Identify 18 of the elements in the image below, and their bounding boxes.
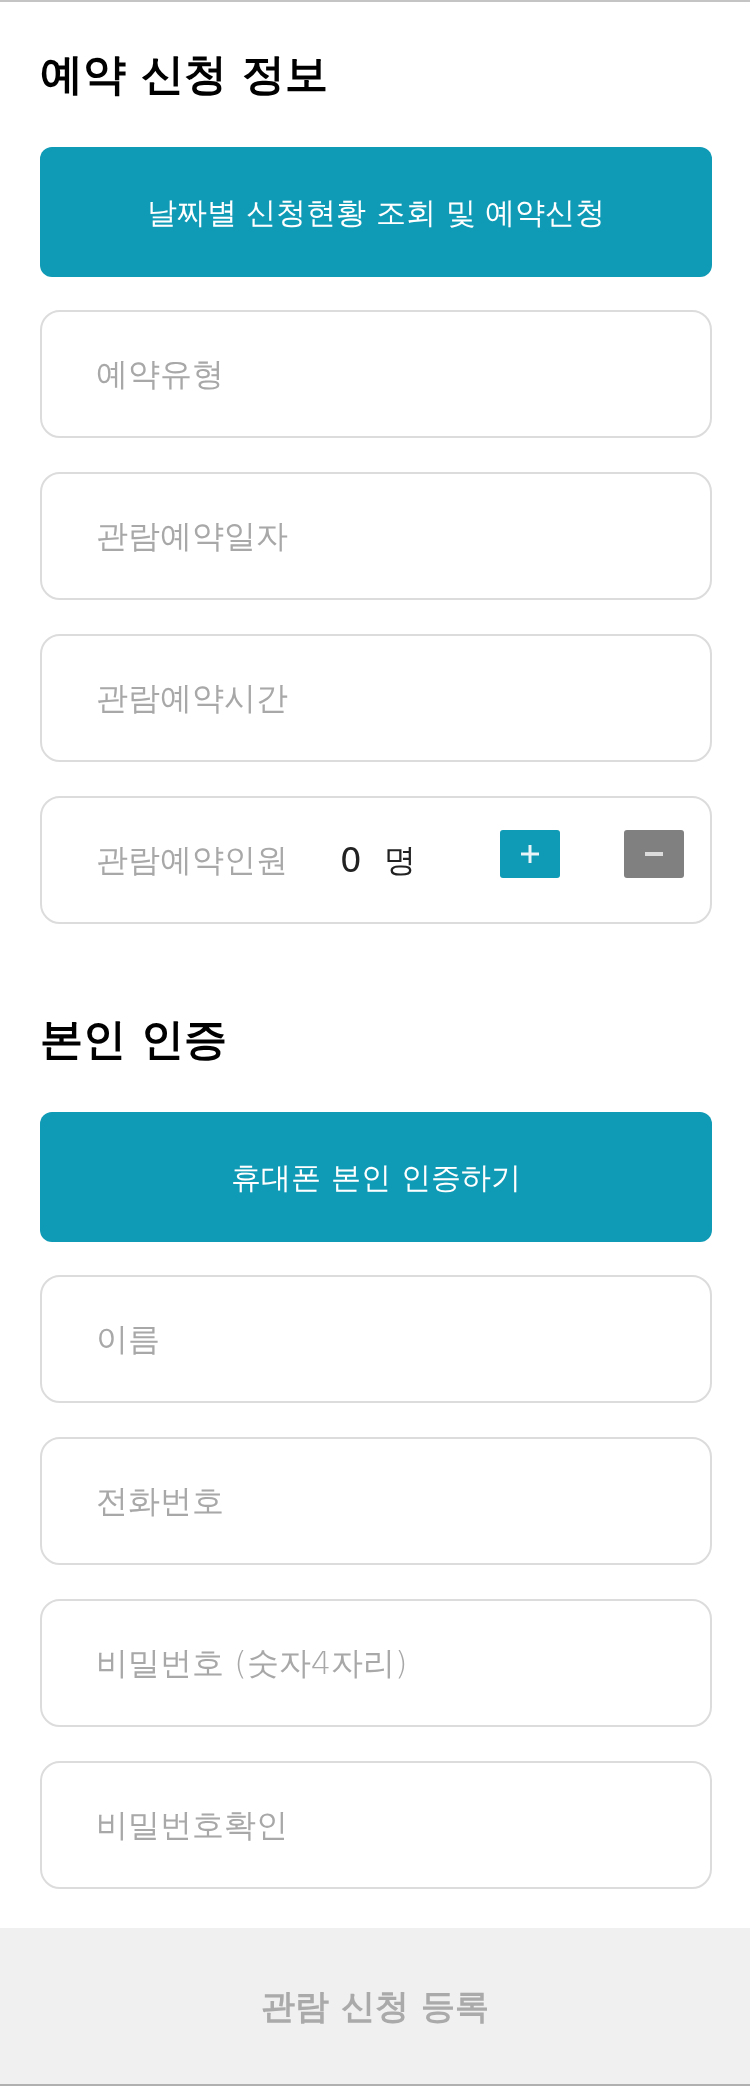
plus-icon — [520, 844, 540, 864]
action-button[interactable]: 날짜별 신청현황 조회 및 예약신청 — [40, 147, 712, 277]
input-field[interactable]: 비밀번호확인 — [40, 1761, 712, 1889]
input-field[interactable]: 관람예약시간 — [40, 634, 712, 762]
action-button[interactable]: 휴대폰 본인 인증하기 — [40, 1112, 712, 1242]
input-field[interactable]: 전화번호 — [40, 1437, 712, 1565]
input-field[interactable]: 이름 — [40, 1275, 712, 1403]
section-title: 예약 신청 정보 — [40, 48, 329, 100]
decrease-button[interactable] — [624, 830, 684, 878]
input-field[interactable]: 비밀번호 (숫자4자리) — [40, 1599, 712, 1727]
counter-label: 관람예약인원 — [96, 840, 288, 881]
input-field[interactable]: 관람예약일자 — [40, 472, 712, 600]
unit-label: 명 — [383, 840, 416, 881]
input-field[interactable]: 예약유형 — [40, 310, 712, 438]
minus-icon — [644, 850, 664, 858]
count-value: 0 — [340, 838, 362, 882]
section-title: 본인 인증 — [40, 1013, 228, 1065]
increase-button[interactable] — [500, 830, 560, 878]
